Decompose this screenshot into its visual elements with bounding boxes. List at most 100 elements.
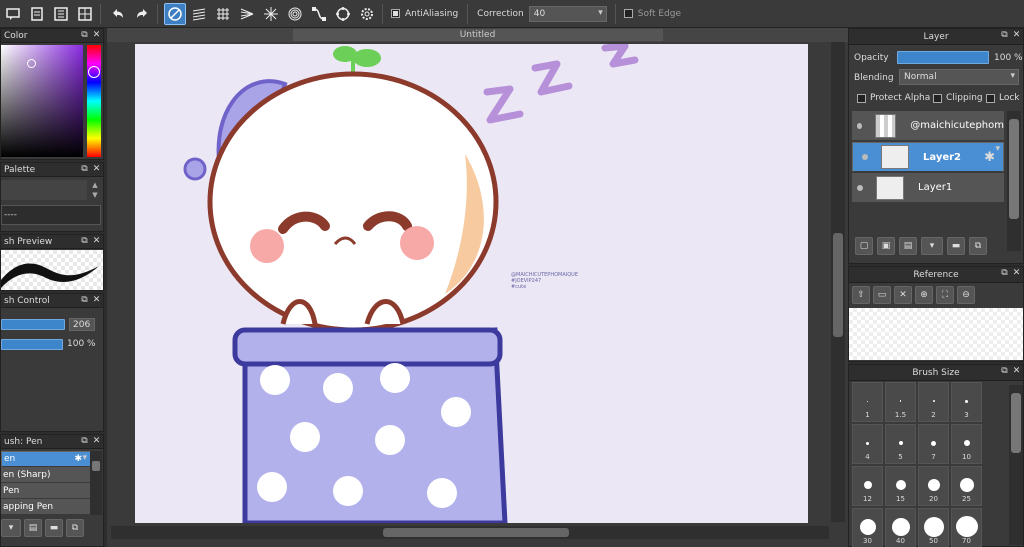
- layer-row[interactable]: @maichicutephom: [852, 111, 1004, 141]
- brush-size-preset[interactable]: 3: [951, 382, 982, 422]
- folder-open-icon[interactable]: ▭: [873, 286, 891, 304]
- add-brush-icon[interactable]: ▾: [1, 519, 21, 537]
- canvas-vertical-scrollbar[interactable]: [831, 42, 845, 522]
- hue-slider[interactable]: [87, 45, 101, 157]
- snap-settings-icon[interactable]: [356, 3, 378, 25]
- redo-icon[interactable]: [131, 3, 153, 25]
- close-icon[interactable]: ✕: [92, 436, 101, 446]
- document-icon[interactable]: ▤: [24, 519, 42, 537]
- new-layer-icon[interactable]: ▢: [855, 237, 873, 255]
- popout-icon[interactable]: ⧉: [80, 295, 89, 305]
- brush-size-preset[interactable]: 15: [885, 466, 916, 506]
- document-icon[interactable]: [26, 3, 48, 25]
- palette-spinner[interactable]: ▲ ▼: [90, 180, 100, 202]
- layer-row[interactable]: Layer2 ✱: [852, 142, 1004, 172]
- upload-icon[interactable]: ⇧: [852, 286, 870, 304]
- brush-size-value[interactable]: 206: [69, 318, 95, 331]
- close-icon[interactable]: ✕: [1012, 30, 1021, 40]
- popout-icon[interactable]: ⧉: [80, 164, 89, 174]
- protect-alpha-option[interactable]: Protect Alpha: [857, 93, 930, 103]
- document-tab[interactable]: Untitled: [292, 29, 663, 41]
- brush-size-preset[interactable]: 20: [918, 466, 949, 506]
- layer-opacity-slider[interactable]: [897, 51, 989, 64]
- lock-checkbox[interactable]: [986, 93, 995, 103]
- gear-icon[interactable]: ✱: [984, 150, 995, 165]
- close-icon[interactable]: ✕: [92, 30, 101, 40]
- zoom-out-icon[interactable]: ⊖: [957, 286, 975, 304]
- brush-list-scrollbar[interactable]: [90, 451, 102, 515]
- brush-size-preset[interactable]: 1.5: [885, 382, 916, 422]
- palette-swatch-area[interactable]: [1, 180, 87, 200]
- brush-size-scrollbar[interactable]: [1009, 385, 1023, 545]
- grid-layout-icon[interactable]: [74, 3, 96, 25]
- radial-line-icon[interactable]: [236, 3, 258, 25]
- brush-item[interactable]: apping Pen: [1, 499, 91, 515]
- snap-off-icon[interactable]: [164, 2, 186, 25]
- brush-size-preset[interactable]: 30: [852, 508, 883, 547]
- cross-snap-icon[interactable]: [212, 3, 234, 25]
- palette-select[interactable]: ----: [1, 205, 101, 225]
- brush-size-preset[interactable]: 4: [852, 424, 883, 464]
- popout-icon[interactable]: ⧉: [80, 30, 89, 40]
- brush-size-preset[interactable]: 7: [918, 424, 949, 464]
- hue-cursor[interactable]: [88, 66, 100, 78]
- antialiasing-checkbox[interactable]: [391, 9, 400, 18]
- visibility-icon[interactable]: [857, 184, 863, 191]
- protect-alpha-checkbox[interactable]: [857, 93, 866, 103]
- close-icon[interactable]: ✕: [1012, 268, 1021, 278]
- folder-icon[interactable]: ▬: [45, 519, 63, 537]
- color-picker-cursor[interactable]: [27, 59, 36, 68]
- add-layer-menu-icon[interactable]: ▾: [921, 237, 943, 255]
- folder-icon[interactable]: ▬: [947, 237, 965, 255]
- fit-screen-icon[interactable]: ⛶: [936, 286, 954, 304]
- brush-item[interactable]: en ✱: [1, 451, 91, 467]
- visibility-icon[interactable]: [857, 122, 862, 129]
- brush-size-preset[interactable]: 10: [951, 424, 982, 464]
- brush-size-slider[interactable]: [1, 319, 65, 330]
- soft-edge-checkbox[interactable]: [623, 9, 633, 18]
- close-icon[interactable]: ✕: [894, 286, 912, 304]
- brush-size-preset[interactable]: 25: [951, 466, 982, 506]
- color-saturation-field[interactable]: [1, 45, 83, 157]
- correction-select[interactable]: 40: [528, 5, 607, 22]
- zoom-in-icon[interactable]: ⊕: [915, 286, 933, 304]
- close-icon[interactable]: ✕: [92, 164, 101, 174]
- popout-icon[interactable]: ⧉: [80, 436, 89, 446]
- close-icon[interactable]: ✕: [92, 236, 101, 246]
- concentric-circle-icon[interactable]: [284, 3, 306, 25]
- duplicate-icon[interactable]: ⧉: [66, 519, 84, 537]
- lock-option[interactable]: Lock: [986, 93, 1020, 103]
- popout-icon[interactable]: ⧉: [1000, 268, 1009, 278]
- clipping-option[interactable]: Clipping: [933, 93, 983, 103]
- clipping-checkbox[interactable]: [933, 93, 942, 103]
- brush-size-preset[interactable]: 2: [918, 382, 949, 422]
- popout-icon[interactable]: ⧉: [1000, 30, 1009, 40]
- new-layer-8bit-icon[interactable]: ▣: [877, 237, 895, 255]
- layer-row[interactable]: Layer1: [852, 173, 1004, 203]
- drawing-canvas[interactable]: @MAICHICUTEPHOMAIQUE #JOEVIP247 #cute: [135, 44, 808, 523]
- brush-item[interactable]: en (Sharp): [1, 467, 91, 483]
- popout-icon[interactable]: ⧉: [80, 236, 89, 246]
- brush-opacity-slider[interactable]: [1, 339, 63, 350]
- brush-size-preset[interactable]: 50: [918, 508, 949, 547]
- brush-size-preset[interactable]: 70: [951, 508, 982, 547]
- duplicate-icon[interactable]: ⧉: [969, 237, 987, 255]
- close-icon[interactable]: ✕: [1012, 366, 1021, 376]
- list-panel-icon[interactable]: [50, 3, 72, 25]
- visibility-icon[interactable]: [862, 154, 868, 160]
- curve-snap-icon[interactable]: [308, 3, 330, 25]
- parallel-snap-icon[interactable]: [188, 3, 210, 25]
- radial-snap-icon[interactable]: [260, 3, 282, 25]
- undo-icon[interactable]: [107, 3, 129, 25]
- brush-size-preset[interactable]: 5: [885, 424, 916, 464]
- canvas-horizontal-scrollbar[interactable]: [111, 526, 829, 539]
- brush-size-preset[interactable]: 1: [852, 382, 883, 422]
- blending-select[interactable]: Normal: [899, 69, 1019, 85]
- layer-list-scrollbar[interactable]: [1007, 111, 1021, 251]
- popout-icon[interactable]: ⧉: [1000, 366, 1009, 376]
- ellipse-snap-icon[interactable]: [332, 3, 354, 25]
- brush-size-preset[interactable]: 40: [885, 508, 916, 547]
- gear-icon[interactable]: ✱: [74, 454, 82, 464]
- new-layer-1bit-icon[interactable]: ▤: [899, 237, 917, 255]
- brush-size-preset[interactable]: 12: [852, 466, 883, 506]
